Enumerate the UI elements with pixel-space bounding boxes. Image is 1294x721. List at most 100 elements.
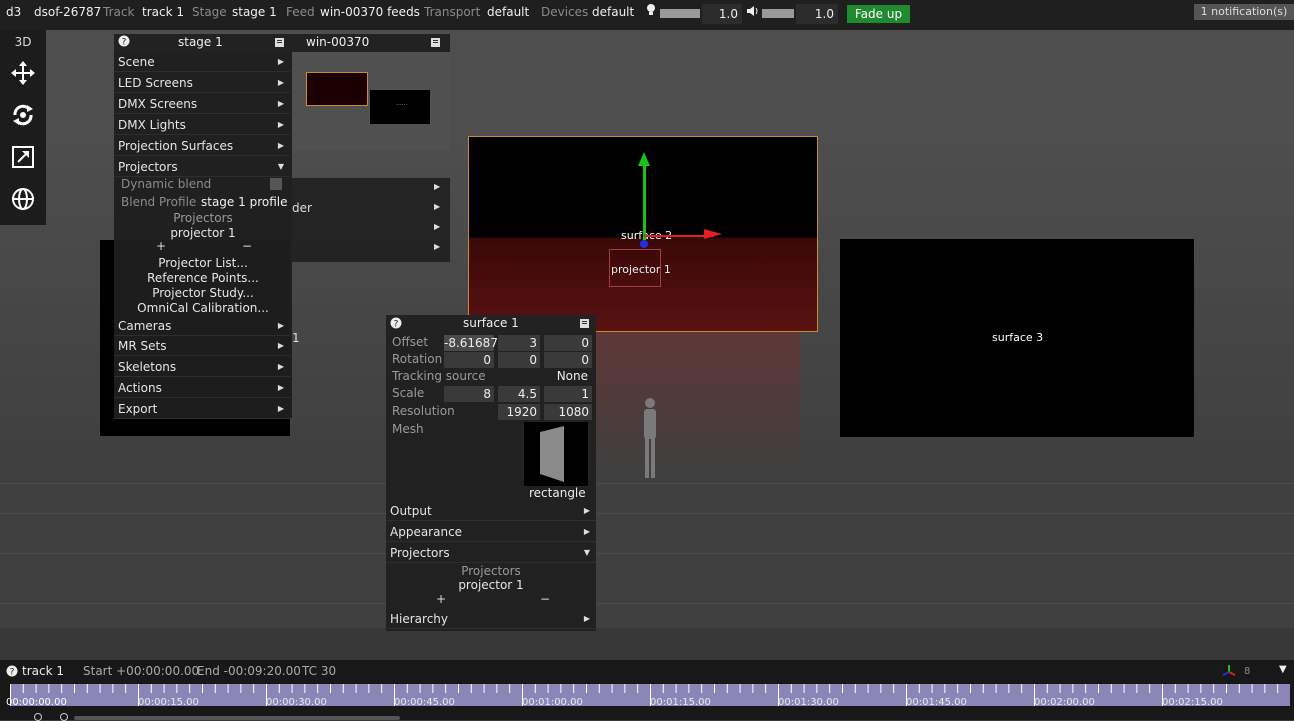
remove-projector-button[interactable]: − xyxy=(242,239,252,253)
notifications-button[interactable]: 1 notification(s) xyxy=(1194,4,1294,20)
brightness-slider[interactable] xyxy=(660,9,700,18)
partial-label: 1 xyxy=(292,331,300,345)
menu-projection-surfaces[interactable]: Projection Surfaces ▶ xyxy=(114,136,290,156)
section-projectors[interactable]: Projectors ▼ xyxy=(386,543,596,563)
menu-dmx-lights[interactable]: DMX Lights ▶ xyxy=(114,115,290,135)
mesh-thumbnail[interactable] xyxy=(524,422,588,486)
projectors-list-item[interactable]: projector 1 xyxy=(386,578,596,592)
projectors-list-item[interactable]: projector 1 xyxy=(114,226,292,240)
reference-points-link[interactable]: Reference Points... xyxy=(114,271,292,285)
chevron-right-icon[interactable]: ▶ xyxy=(434,202,440,211)
menu-scene[interactable]: Scene ▶ xyxy=(114,52,290,72)
offset-z-field[interactable]: 0 xyxy=(544,335,592,351)
resolution-height-field[interactable]: 1080 xyxy=(544,404,592,420)
transport-value[interactable]: default xyxy=(487,5,529,19)
gizmo-y-axis[interactable] xyxy=(643,160,646,240)
projector-list-link[interactable]: Projector List... xyxy=(114,256,292,270)
menu-export[interactable]: Export ▶ xyxy=(114,399,290,419)
floor-edge xyxy=(0,628,1294,660)
add-projector-button[interactable]: + xyxy=(436,592,446,606)
human-reference-figure xyxy=(638,396,662,483)
menu-cameras[interactable]: Cameras ▶ xyxy=(114,316,290,336)
timeline-scrollbar[interactable] xyxy=(74,716,400,720)
feed-panel-header: win-00370 xyxy=(292,34,450,52)
help-icon[interactable]: ? xyxy=(390,317,402,332)
menu-projectors[interactable]: Projectors ▼ xyxy=(114,157,290,177)
scale-icon[interactable] xyxy=(6,140,40,174)
add-projector-button[interactable]: + xyxy=(156,239,166,253)
chevron-right-icon: ▶ xyxy=(277,362,284,371)
menu-label: Projectors xyxy=(118,160,178,174)
panel-menu-icon[interactable] xyxy=(430,36,442,51)
project-name[interactable]: dsof-26787 xyxy=(34,5,101,19)
offset-label: Offset xyxy=(392,335,429,349)
volume-slider[interactable] xyxy=(762,9,794,18)
section-appearance[interactable]: Appearance ▶ xyxy=(386,522,596,542)
chevron-right-icon: ▶ xyxy=(583,527,590,536)
chevron-right-icon: ▶ xyxy=(277,99,284,108)
axes-icon[interactable] xyxy=(1222,664,1236,681)
tracking-source-value[interactable]: None xyxy=(557,369,588,383)
rotate-icon[interactable] xyxy=(6,98,40,132)
resolution-width-field[interactable]: 1920 xyxy=(498,404,540,420)
app-label[interactable]: d3 xyxy=(6,5,21,19)
menu-skeletons[interactable]: Skeletons ▶ xyxy=(114,357,290,377)
section-hierarchy[interactable]: Hierarchy ▶ xyxy=(386,609,596,629)
help-icon[interactable]: ? xyxy=(6,665,18,680)
globe-icon[interactable] xyxy=(6,182,40,216)
brightness-value[interactable]: 1.0 xyxy=(702,4,742,24)
menu-actions[interactable]: Actions ▶ xyxy=(114,378,290,398)
surface-panel-header: ? surface 1 xyxy=(386,315,596,333)
blend-profile-value[interactable]: stage 1 profile xyxy=(201,195,287,209)
surface-3-screen[interactable]: surface 3 xyxy=(840,239,1194,437)
offset-x-field[interactable]: -8.61687 xyxy=(444,335,498,351)
rotation-y-field[interactable]: 0 xyxy=(498,352,540,368)
projector-study-link[interactable]: Projector Study... xyxy=(114,286,292,300)
omnical-calibration-link[interactable]: OmniCal Calibration... xyxy=(114,301,292,315)
scale-y-field[interactable]: 4.5 xyxy=(498,386,540,402)
timeline-track-name[interactable]: track 1 xyxy=(22,664,64,678)
feed-value[interactable]: win-00370 feeds xyxy=(320,5,420,19)
menu-label: MR Sets xyxy=(118,339,167,353)
remove-projector-button[interactable]: − xyxy=(540,592,550,606)
panel-menu-icon[interactable] xyxy=(579,317,591,332)
mesh-value[interactable]: rectangle xyxy=(529,486,586,500)
timeline-current-time: 00:00:00.00 xyxy=(6,697,67,708)
stage-value[interactable]: stage 1 xyxy=(232,5,277,19)
gizmo-x-arrow-icon[interactable] xyxy=(704,229,722,239)
offset-y-field[interactable]: 3 xyxy=(498,335,540,351)
timeline-menu-chevron-down-icon[interactable]: ▼ xyxy=(1279,664,1287,675)
devices-label: Devices xyxy=(541,5,589,19)
chevron-right-icon[interactable]: ▶ xyxy=(434,182,440,191)
devices-value[interactable]: default xyxy=(592,5,634,19)
surface-panel-title: surface 1 xyxy=(463,316,519,330)
rotation-x-field[interactable]: 0 xyxy=(444,352,494,368)
tick-label: 00:01:45.00 xyxy=(906,697,967,708)
volume-value[interactable]: 1.0 xyxy=(796,4,838,24)
scale-z-field[interactable]: 1 xyxy=(544,386,592,402)
view-mode-label[interactable]: 3D xyxy=(0,35,46,49)
chevron-right-icon[interactable]: ▶ xyxy=(434,222,440,231)
scale-label: Scale xyxy=(392,386,425,400)
move-icon[interactable] xyxy=(6,56,40,90)
chevron-right-icon: ▶ xyxy=(277,404,284,413)
resolution-label: Resolution xyxy=(392,404,455,418)
panel-menu-icon[interactable] xyxy=(274,36,286,51)
tick-label: 00:02:00.00 xyxy=(1034,697,1095,708)
help-icon[interactable]: ? xyxy=(118,35,130,50)
menu-mr-sets[interactable]: MR Sets ▶ xyxy=(114,336,290,356)
dynamic-blend-checkbox[interactable] xyxy=(270,178,282,190)
menu-label: Scene xyxy=(118,55,155,69)
menu-dmx-screens[interactable]: DMX Screens ▶ xyxy=(114,94,290,114)
chevron-right-icon[interactable]: ▶ xyxy=(434,242,440,251)
section-output[interactable]: Output ▶ xyxy=(386,501,596,521)
menu-led-screens[interactable]: LED Screens ▶ xyxy=(114,73,290,93)
track-value[interactable]: track 1 xyxy=(142,5,184,19)
gizmo-z-axis[interactable] xyxy=(640,240,648,248)
feed-submenu-panel: der ▶ ▶ ▶ ▶ xyxy=(292,178,450,262)
scale-x-field[interactable]: 8 xyxy=(444,386,494,402)
fade-up-button[interactable]: Fade up xyxy=(847,5,910,23)
rotation-z-field[interactable]: 0 xyxy=(544,352,592,368)
gizmo-y-arrow-icon[interactable] xyxy=(638,152,650,166)
chevron-right-icon: ▶ xyxy=(277,120,284,129)
